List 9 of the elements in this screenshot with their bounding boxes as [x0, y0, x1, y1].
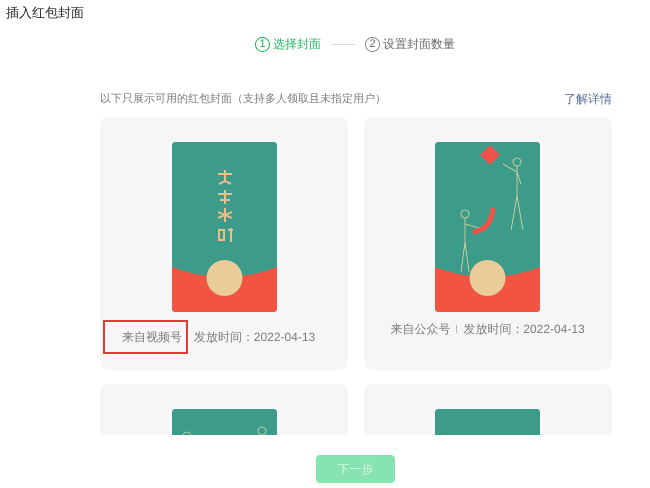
dialog-title: 插入红包封面 [6, 4, 84, 22]
details-link[interactable]: 了解详情 [564, 90, 612, 108]
hint-text: 以下只展示可用的红包封面（支持多人领取且未指定用户） [100, 92, 386, 107]
cover-card[interactable]: 来自视频号 发放时间：2022-04-13 [100, 117, 348, 370]
issue-date-text: 发放时间：2022-04-13 [194, 329, 316, 346]
source-text: 来自视频号 [122, 330, 182, 344]
issue-date-text: 发放时间：2022-04-13 [463, 321, 585, 338]
cover-card[interactable]: 来自公众号 发放时间：2022-04-13 [364, 117, 612, 370]
source-text: 来自公众号 [390, 322, 450, 336]
